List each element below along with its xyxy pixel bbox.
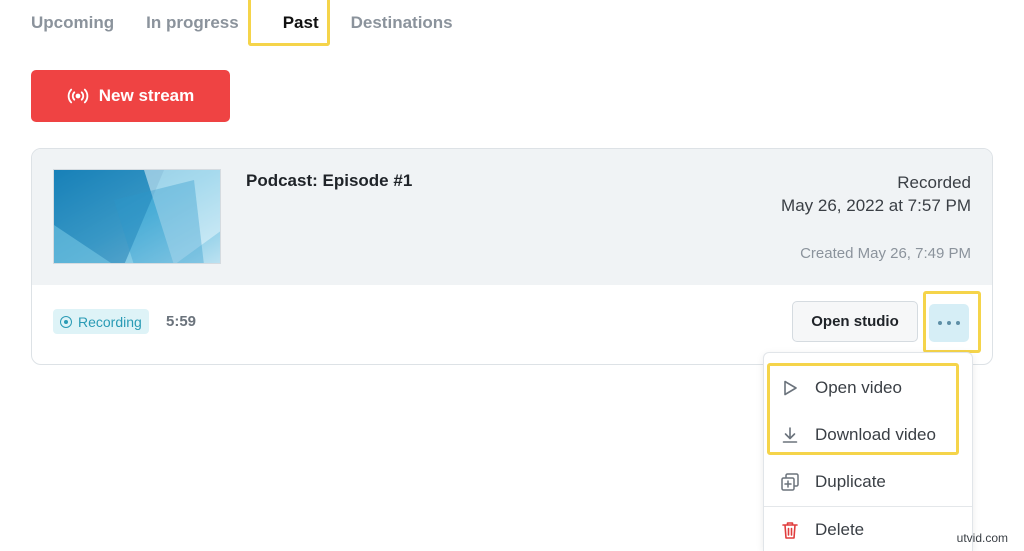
stream-thumbnail[interactable] — [53, 169, 221, 264]
tab-destinations[interactable]: Destinations — [351, 13, 453, 33]
stream-title: Podcast: Episode #1 — [246, 171, 413, 190]
created-date: Created May 26, 7:49 PM — [800, 245, 971, 262]
tab-in-progress[interactable]: In progress — [146, 13, 239, 33]
stream-card: Podcast: Episode #1 Recorded May 26, 202… — [31, 148, 993, 365]
recorded-date: May 26, 2022 at 7:57 PM — [781, 196, 971, 215]
menu-item-label: Delete — [815, 519, 865, 539]
record-icon — [60, 315, 72, 328]
tab-past-highlight — [248, 0, 330, 46]
recorded-label: Recorded — [897, 173, 971, 192]
streams-page: Upcoming In progress Past Destinations N… — [0, 0, 1024, 551]
new-stream-button[interactable]: New stream — [31, 70, 230, 122]
watermark: utvid.com — [956, 531, 1008, 545]
menu-item-duplicate[interactable]: Duplicate — [764, 458, 972, 505]
recording-badge: Recording — [53, 309, 149, 334]
more-options-highlight — [923, 291, 981, 353]
new-stream-label: New stream — [98, 86, 195, 105]
duplicate-icon — [780, 472, 800, 492]
menu-item-delete[interactable]: Delete — [764, 506, 972, 551]
broadcast-icon — [67, 88, 89, 104]
stream-duration: 5:59 — [166, 313, 197, 330]
tab-upcoming[interactable]: Upcoming — [31, 13, 114, 33]
recorded-info: Recorded May 26, 2022 at 7:57 PM — [781, 171, 971, 217]
recording-badge-label: Recording — [78, 313, 142, 330]
open-studio-button[interactable]: Open studio — [792, 301, 918, 342]
menu-item-label: Duplicate — [815, 471, 886, 491]
trash-icon — [780, 520, 800, 540]
menu-highlight — [767, 363, 959, 455]
